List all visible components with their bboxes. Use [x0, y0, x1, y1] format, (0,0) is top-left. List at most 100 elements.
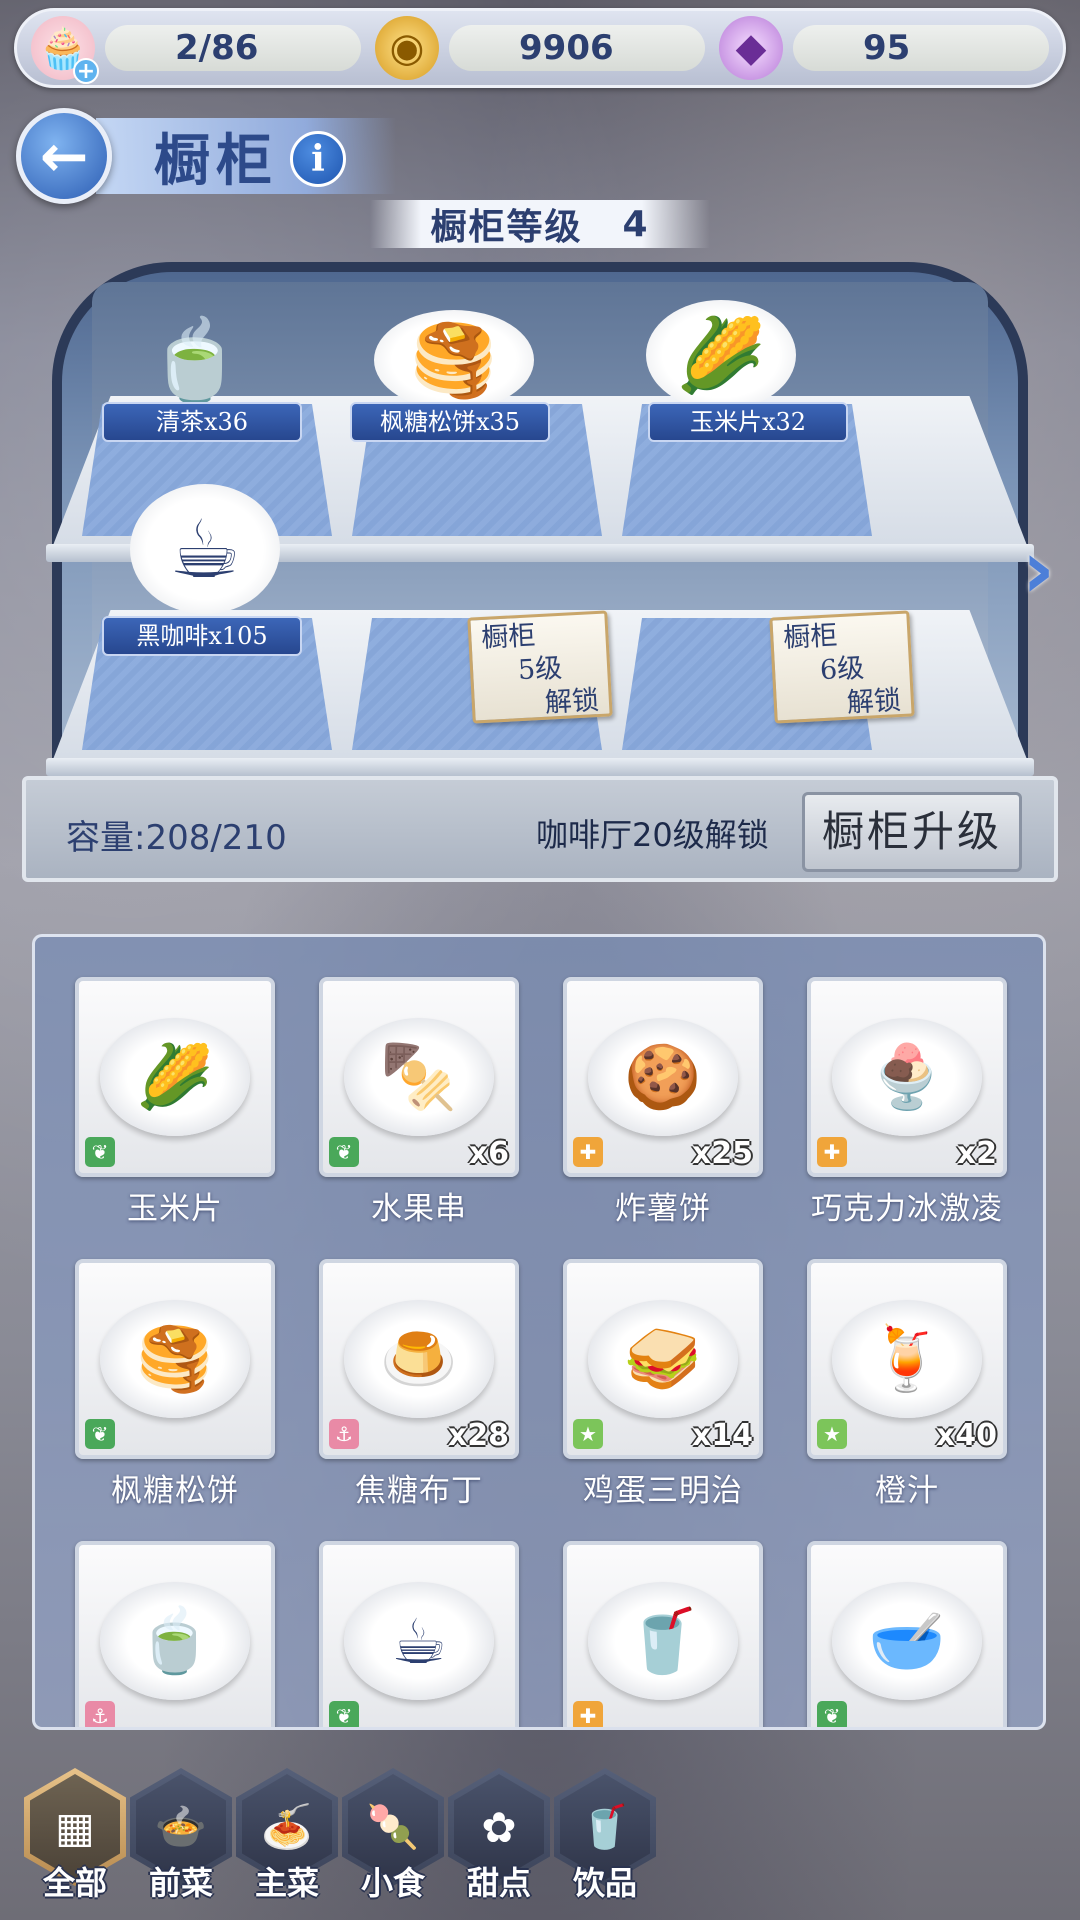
item-card: 🌽 ❦ — [75, 977, 275, 1177]
stamina-value: 2/86 — [105, 25, 361, 71]
resource-bar: 🧁 + 2/86 ◉ 9906 ◆ 95 — [14, 8, 1066, 88]
leaf-icon: ❦ — [329, 1137, 359, 1167]
item-name: 鸡蛋三明治 — [583, 1473, 743, 1509]
locked-slot-card: 橱柜 5级 解锁 — [467, 610, 613, 724]
stamina-resource[interactable]: 🧁 + 2/86 — [31, 16, 361, 84]
item-card: 🥞 ❦ — [75, 1259, 275, 1459]
inventory-item[interactable]: ☕ ❦ — [319, 1541, 519, 1727]
shelf-item-label: 枫糖松饼x35 — [350, 402, 550, 442]
item-name: 水果串 — [371, 1191, 467, 1227]
inventory-item[interactable]: 🍮 ⚓ x28 焦糖布丁 — [319, 1259, 519, 1509]
item-card: 🍪 ✚ x25 — [563, 977, 763, 1177]
item-name: 炸薯饼 — [615, 1191, 711, 1227]
leaf-icon: ❦ — [817, 1701, 847, 1727]
star-icon: ★ — [573, 1419, 603, 1449]
food-icon: 🍨 — [832, 1018, 982, 1136]
corn-chips-icon: 🌽 — [646, 300, 796, 410]
food-icon: 🥤 — [588, 1582, 738, 1700]
page-title: 橱柜 — [154, 128, 278, 194]
food-icon: 🍮 — [344, 1300, 494, 1418]
puzzle-icon: ✚ — [573, 1701, 603, 1727]
inventory-panel[interactable]: 🌽 ❦ 玉米片 🍢 ❦ x6 水果串 🍪 ✚ x25 炸薯饼 🍨 ✚ x2 巧克力冰激凌 🥞 ❦ 枫糖松饼 🍮 ⚓ x2… — [32, 934, 1046, 1730]
next-page-arrow-icon[interactable]: › — [1022, 530, 1062, 610]
gem-resource[interactable]: ◆ 95 — [719, 16, 1049, 80]
item-card: 🍨 ✚ x2 — [807, 977, 1007, 1177]
item-quantity: x2 — [956, 1136, 997, 1171]
tab-drink[interactable]: 🥤 饮品 — [554, 1768, 656, 1908]
inventory-item[interactable]: 🥤 ✚ — [563, 1541, 763, 1727]
anchor-icon: ⚓ — [329, 1419, 359, 1449]
tab-dessert[interactable]: ✿ 甜点 — [448, 1768, 550, 1908]
cabinet: 🍵 清茶x36 🥞 枫糖松饼x35 🌽 玉米片x32 ☕ 黑咖啡x105 橱柜 … — [22, 262, 1058, 882]
item-card: 🍵 ⚓ — [75, 1541, 275, 1727]
plus-icon[interactable]: + — [73, 58, 99, 84]
item-quantity: x25 — [691, 1136, 753, 1171]
puzzle-icon: ✚ — [573, 1137, 603, 1167]
item-card: 🍹 ★ x40 — [807, 1259, 1007, 1459]
star-icon: ★ — [817, 1419, 847, 1449]
inventory-item[interactable]: 🍹 ★ x40 橙汁 — [807, 1259, 1007, 1509]
anchor-icon: ⚓ — [85, 1701, 115, 1727]
tab-appetizer[interactable]: 🍲 前菜 — [130, 1768, 232, 1908]
inventory-item[interactable]: 🥪 ★ x14 鸡蛋三明治 — [563, 1259, 763, 1509]
item-card: 🥣 ❦ — [807, 1541, 1007, 1727]
item-card: 🍮 ⚓ x28 — [319, 1259, 519, 1459]
coin-icon: ◉ — [375, 16, 439, 80]
cabinet-level-banner: 橱柜等级 4 — [370, 200, 710, 248]
tab-grid[interactable]: ▦ 全部 — [24, 1768, 126, 1908]
tab-main-course[interactable]: 🍝 主菜 — [236, 1768, 338, 1908]
inventory-item[interactable]: 🌽 ❦ 玉米片 — [75, 977, 275, 1227]
food-icon: 🍪 — [588, 1018, 738, 1136]
upgrade-unlock-hint: 咖啡厅20级解锁 — [536, 816, 769, 854]
cabinet-footer: 容量:208/210 咖啡厅20级解锁 橱柜升级 — [22, 776, 1058, 882]
inventory-item[interactable]: 🍢 ❦ x6 水果串 — [319, 977, 519, 1227]
item-name: 玉米片 — [127, 1191, 223, 1227]
food-icon: 🌽 — [100, 1018, 250, 1136]
category-tabs: ▦ 全部 🍲 前菜 🍝 主菜 🍡 小食 ✿ 甜点 🥤 饮品 — [22, 1768, 1062, 1908]
cupcake-icon: 🧁 + — [31, 16, 99, 84]
tab-snack[interactable]: 🍡 小食 — [342, 1768, 444, 1908]
inventory-item[interactable]: 🍵 ⚓ — [75, 1541, 275, 1727]
tab-label: 饮品 — [572, 1864, 637, 1902]
food-icon: 🍢 — [344, 1018, 494, 1136]
item-card: 🥪 ★ x14 — [563, 1259, 763, 1459]
back-button[interactable]: ← — [16, 108, 112, 204]
leaf-icon: ❦ — [85, 1137, 115, 1167]
coin-resource[interactable]: ◉ 9906 — [375, 16, 705, 80]
puzzle-icon: ✚ — [817, 1137, 847, 1167]
green-tea-icon: 🍵 — [146, 315, 244, 406]
item-name: 巧克力冰激凌 — [811, 1191, 1003, 1227]
inventory-item[interactable]: 🥞 ❦ 枫糖松饼 — [75, 1259, 275, 1509]
inventory-item[interactable]: 🍨 ✚ x2 巧克力冰激凌 — [807, 977, 1007, 1227]
leaf-icon: ❦ — [329, 1701, 359, 1727]
shelf-item-label: 玉米片x32 — [648, 402, 848, 442]
info-button[interactable]: i — [290, 131, 346, 187]
item-card: 🍢 ❦ x6 — [319, 977, 519, 1177]
info-icon: i — [311, 138, 325, 180]
inventory-item[interactable]: 🥣 ❦ — [807, 1541, 1007, 1727]
food-icon: 🍵 — [100, 1582, 250, 1700]
inventory-item[interactable]: 🍪 ✚ x25 炸薯饼 — [563, 977, 763, 1227]
item-name: 橙汁 — [875, 1473, 939, 1509]
gem-icon: ◆ — [719, 16, 783, 80]
maple-pancake-icon: 🥞 — [374, 310, 534, 410]
level-label: 橱柜等级 — [430, 207, 583, 248]
shelf-item-label: 黑咖啡x105 — [102, 616, 302, 656]
shelf-bottom-edge — [46, 758, 1034, 776]
food-icon: 🥪 — [588, 1300, 738, 1418]
item-name: 枫糖松饼 — [111, 1473, 239, 1509]
level-value: 4 — [622, 203, 650, 245]
food-icon: 🥣 — [832, 1582, 982, 1700]
cabinet-upgrade-button[interactable]: 橱柜升级 — [802, 792, 1022, 872]
item-name: 焦糖布丁 — [355, 1473, 483, 1509]
shelf-item-label: 清茶x36 — [102, 402, 302, 442]
food-icon: ☕ — [344, 1582, 494, 1700]
food-icon: 🍹 — [832, 1300, 982, 1418]
item-quantity: x40 — [935, 1418, 997, 1453]
black-coffee-icon: ☕ — [130, 484, 280, 614]
back-arrow-icon: ← — [39, 122, 89, 190]
item-card: ☕ ❦ — [319, 1541, 519, 1727]
leaf-icon: ❦ — [85, 1419, 115, 1449]
item-card: 🥤 ✚ — [563, 1541, 763, 1727]
gem-value: 95 — [793, 25, 1049, 71]
